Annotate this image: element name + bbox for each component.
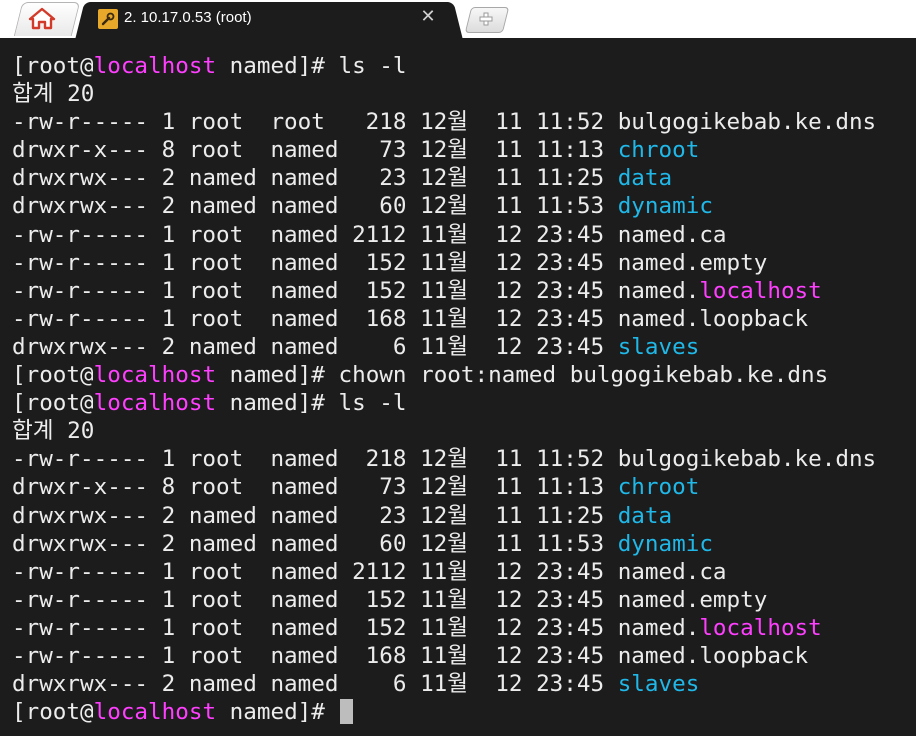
terminal-text-segment: drwxrwx--- 2 named named 23 12월 11 11:25 bbox=[12, 165, 618, 192]
terminal-line: [root@localhost named]# ls -l bbox=[12, 389, 876, 417]
terminal-output[interactable]: [root@localhost named]# ls -l 합계 20 -rw-r-… bbox=[0, 38, 916, 736]
wrench-icon bbox=[98, 9, 118, 29]
terminal-text-segment: localhost bbox=[93, 390, 217, 417]
terminal-line: drwxrwx--- 2 named named 23 12월 11 11:25… bbox=[12, 502, 876, 530]
home-icon[interactable] bbox=[28, 6, 56, 30]
terminal-text-segment: drwxrwx--- 2 named named 60 12월 11 11:53 bbox=[12, 530, 618, 557]
terminal-line: -rw-r----- 1 root named 2112 11월 12 23:4… bbox=[12, 221, 876, 249]
terminal-text-segment: data bbox=[617, 502, 673, 529]
terminal-text-segment: -rw-r----- 1 root named 168 11월 12 23:45… bbox=[12, 305, 809, 332]
session-tab-title[interactable]: 2. 10.17.0.53 (root) bbox=[124, 9, 252, 26]
terminal-line: 합계 20 bbox=[12, 80, 876, 108]
terminal-lines: [root@localhost named]# ls -l 합계 20 -rw-r-… bbox=[12, 52, 876, 726]
terminal-text-segment: drwxr-x--- 8 root named 73 12월 11 11:13 bbox=[12, 474, 618, 501]
terminal-text-segment: [root@ bbox=[12, 362, 94, 389]
terminal-text-segment: chroot bbox=[617, 474, 700, 501]
terminal-text-segment: -rw-r----- 1 root named 152 11월 12 23:45… bbox=[12, 586, 768, 613]
terminal-cursor bbox=[339, 699, 353, 725]
terminal-line: drwxrwx--- 2 named named 60 12월 11 11:53… bbox=[12, 192, 876, 220]
terminal-line: -rw-r----- 1 root root 218 12월 11 11:52 … bbox=[12, 108, 876, 136]
terminal-text-segment: slaves bbox=[617, 333, 700, 360]
terminal-text-segment: drwxrwx--- 2 named named 6 11월 12 23:45 bbox=[12, 333, 618, 360]
terminal-text-segment: localhost bbox=[699, 277, 822, 304]
terminal-text-segment: -rw-r----- 1 root named 152 11월 12 23:45… bbox=[12, 277, 700, 304]
terminal-text-segment: -rw-r----- 1 root named 2112 11월 12 23:4… bbox=[12, 558, 727, 585]
terminal-text-segment: named]# ls -l bbox=[216, 390, 407, 417]
terminal-line: -rw-r----- 1 root named 168 11월 12 23:45… bbox=[12, 305, 876, 333]
terminal-text-segment: localhost bbox=[93, 362, 217, 389]
terminal-text-segment: chroot bbox=[617, 137, 700, 164]
terminal-line: -rw-r----- 1 root named 168 11월 12 23:45… bbox=[12, 642, 876, 670]
terminal-text-segment: -rw-r----- 1 root named 152 11월 12 23:45… bbox=[12, 249, 768, 276]
terminal-line: -rw-r----- 1 root named 152 11월 12 23:45… bbox=[12, 249, 876, 277]
terminal-text-segment: 합계 20 bbox=[12, 81, 95, 108]
terminal-line: [root@localhost named]# bbox=[12, 698, 876, 726]
ssh-client-window: 2. 10.17.0.53 (root) ✕ [root@localhost n… bbox=[0, 0, 916, 736]
terminal-text-segment: localhost bbox=[93, 699, 217, 726]
terminal-line: drwxr-x--- 8 root named 73 12월 11 11:13 … bbox=[12, 136, 876, 164]
terminal-text-segment: drwxrwx--- 2 named named 60 12월 11 11:53 bbox=[12, 193, 618, 220]
terminal-text-segment: slaves bbox=[617, 671, 700, 698]
terminal-text-segment: localhost bbox=[93, 53, 217, 79]
terminal-text-segment: -rw-r----- 1 root named 218 12월 11 11:52… bbox=[12, 446, 877, 473]
terminal-line: drwxrwx--- 2 named named 6 11월 12 23:45 … bbox=[12, 333, 876, 361]
terminal-text-segment: [root@ bbox=[12, 390, 94, 417]
terminal-text-segment: [root@ bbox=[12, 699, 94, 726]
tab-bar: 2. 10.17.0.53 (root) ✕ bbox=[0, 0, 916, 38]
terminal-line: -rw-r----- 1 root named 152 11월 12 23:45… bbox=[12, 614, 876, 642]
terminal-text-segment: dynamic bbox=[617, 193, 713, 220]
terminal-line: -rw-r----- 1 root named 152 11월 12 23:45… bbox=[12, 277, 876, 305]
terminal-text-segment: drwxr-x--- 8 root named 73 12월 11 11:13 bbox=[12, 137, 618, 164]
terminal-text-segment: drwxrwx--- 2 named named 23 12월 11 11:25 bbox=[12, 502, 618, 529]
plus-icon[interactable] bbox=[476, 8, 496, 30]
terminal-text-segment: [root@ bbox=[12, 53, 94, 79]
terminal-line: [root@localhost named]# ls -l bbox=[12, 52, 876, 80]
terminal-line: drwxrwx--- 2 named named 60 12월 11 11:53… bbox=[12, 530, 876, 558]
terminal-line: -rw-r----- 1 root named 218 12월 11 11:52… bbox=[12, 445, 876, 473]
terminal-line: drwxrwx--- 2 named named 23 12월 11 11:25… bbox=[12, 164, 876, 192]
terminal-text-segment: drwxrwx--- 2 named named 6 11월 12 23:45 bbox=[12, 671, 618, 698]
terminal-text-segment: named]# ls -l bbox=[216, 53, 407, 79]
terminal-text-segment: -rw-r----- 1 root named 152 11월 12 23:45… bbox=[12, 614, 700, 641]
terminal-text-segment: 합계 20 bbox=[12, 418, 95, 445]
terminal-line: drwxr-x--- 8 root named 73 12월 11 11:13 … bbox=[12, 473, 876, 501]
terminal-line: -rw-r----- 1 root named 2112 11월 12 23:4… bbox=[12, 558, 876, 586]
terminal-line: -rw-r----- 1 root named 152 11월 12 23:45… bbox=[12, 586, 876, 614]
terminal-text-segment: localhost bbox=[699, 614, 822, 641]
terminal-line: [root@localhost named]# chown root:named… bbox=[12, 361, 876, 389]
terminal-line: 합계 20 bbox=[12, 417, 876, 445]
terminal-text-segment: -rw-r----- 1 root root 218 12월 11 11:52 … bbox=[12, 109, 877, 136]
terminal-text-segment: -rw-r----- 1 root named 168 11월 12 23:45… bbox=[12, 642, 809, 669]
close-icon[interactable]: ✕ bbox=[418, 7, 438, 27]
terminal-text-segment: data bbox=[617, 165, 673, 192]
terminal-text-segment: -rw-r----- 1 root named 2112 11월 12 23:4… bbox=[12, 221, 727, 248]
terminal-text-segment: named]# chown root:named bulgogikebab.ke… bbox=[216, 362, 829, 389]
terminal-text-segment: dynamic bbox=[617, 530, 713, 557]
terminal-text-segment: named]# bbox=[216, 699, 339, 726]
terminal-line: drwxrwx--- 2 named named 6 11월 12 23:45 … bbox=[12, 670, 876, 698]
